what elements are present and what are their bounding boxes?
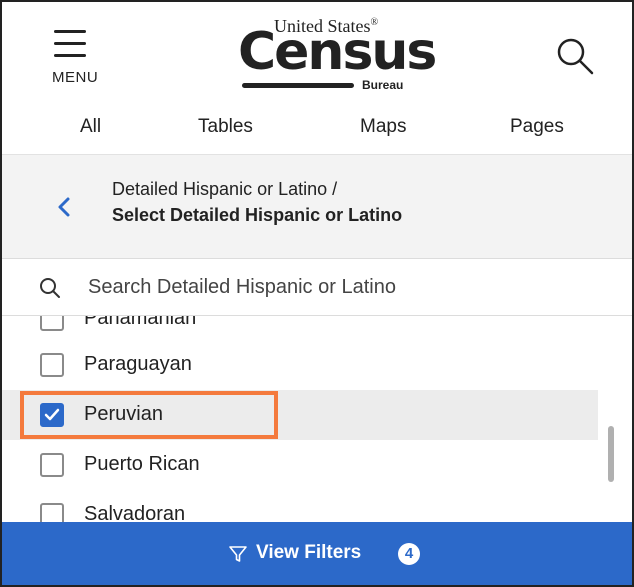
list-item-peruvian[interactable]: Peruvian [2, 390, 598, 440]
checkbox[interactable] [40, 353, 64, 377]
scrollbar[interactable] [608, 426, 614, 482]
list-item-label: Paraguayan [84, 353, 192, 375]
checkbox-checked[interactable] [40, 403, 64, 427]
site-header: MENU United States® Census Bureau [2, 2, 632, 106]
hamburger-icon-bar [54, 42, 86, 45]
view-filters-label: View Filters [256, 542, 362, 563]
tab-maps[interactable]: Maps [360, 116, 406, 138]
list-item-label: Panamanian [84, 316, 197, 329]
list-item-label: Peruvian [84, 403, 163, 425]
list-item-puerto-rican[interactable]: Puerto Rican [2, 440, 598, 490]
chevron-left-icon [58, 197, 70, 217]
search-button[interactable] [550, 32, 600, 82]
view-filters-button[interactable]: View Filters 4 [2, 522, 632, 585]
list-item-label: Salvadoran [84, 503, 186, 522]
tab-tables[interactable]: Tables [198, 116, 253, 138]
list-item-paraguayan[interactable]: Paraguayan [2, 340, 598, 390]
breadcrumb: Detailed Hispanic or Latino / Select Det… [2, 154, 632, 258]
list-item-salvadoran[interactable]: Salvadoran [2, 490, 598, 522]
census-logo[interactable]: United States® Census Bureau [238, 14, 437, 94]
search-tabs: All Tables Maps Pages [2, 110, 632, 152]
option-list: Panamanian Paraguayan Peruvian Puerto Ri… [2, 316, 632, 522]
menu-label: MENU [52, 69, 99, 86]
app-frame: MENU United States® Census Bureau All Ta… [0, 0, 634, 587]
search-input[interactable] [88, 269, 608, 305]
checkbox[interactable] [40, 316, 64, 331]
tab-all[interactable]: All [80, 116, 101, 138]
checkbox[interactable] [40, 453, 64, 477]
list-item-label: Puerto Rican [84, 453, 200, 475]
checkmark-icon [44, 408, 60, 421]
breadcrumb-current: Select Detailed Hispanic or Latino [112, 205, 403, 225]
menu-button[interactable]: MENU [42, 22, 102, 92]
logo-underline [242, 83, 354, 88]
search-icon [557, 38, 594, 75]
checkbox[interactable] [40, 503, 64, 522]
filter-icon [229, 546, 247, 562]
hamburger-icon-bar [54, 30, 86, 33]
hamburger-icon-bar [54, 54, 86, 57]
filter-search [2, 258, 632, 316]
tab-pages[interactable]: Pages [510, 116, 564, 138]
logo-bottom-text: Bureau [362, 78, 404, 92]
filter-count-badge: 4 [398, 543, 420, 565]
search-icon [40, 278, 60, 298]
breadcrumb-parent[interactable]: Detailed Hispanic or Latino / [112, 179, 337, 200]
back-button[interactable] [52, 192, 76, 222]
logo-main-text: Census [238, 22, 437, 82]
